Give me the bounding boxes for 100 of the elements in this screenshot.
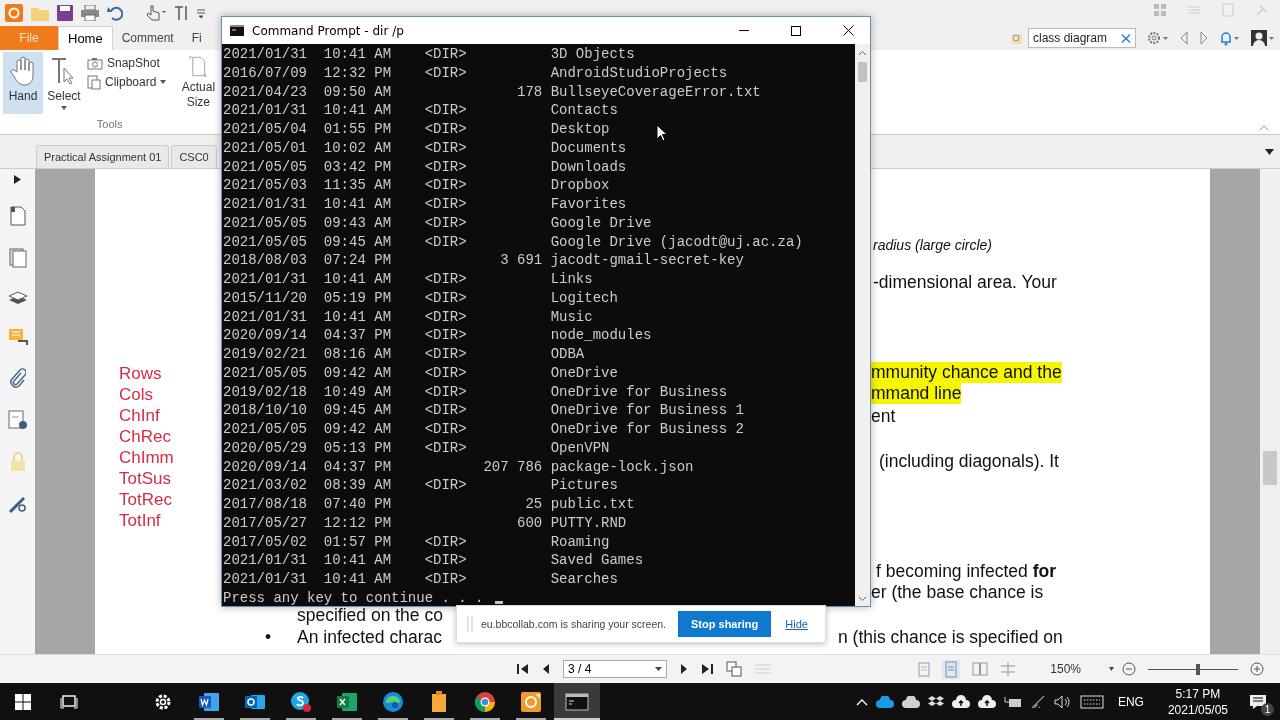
clock[interactable]: 5:17 PM 2021/05/05 bbox=[1167, 685, 1228, 718]
console-line: 2021/01/31 10:41 AM <DIR> Music bbox=[223, 307, 593, 327]
console-line: 2020/09/14 04:37 PM 207 786 package-lock.json bbox=[223, 457, 694, 477]
paperclip-icon[interactable] bbox=[9, 368, 26, 388]
clipboard-button[interactable]: Clipboard bbox=[87, 74, 167, 90]
dropbox-icon[interactable] bbox=[927, 694, 944, 709]
expand-icon[interactable] bbox=[14, 175, 21, 184]
ribbon-tab[interactable]: Comment bbox=[112, 26, 183, 50]
task-view-icon[interactable] bbox=[60, 693, 78, 710]
hand-pointer-icon[interactable] bbox=[145, 5, 167, 21]
start-icon[interactable] bbox=[15, 693, 31, 710]
console-line: 2021/05/05 03:42 PM <DIR> Downloads bbox=[223, 157, 627, 177]
hide-link[interactable]: Hide bbox=[785, 618, 808, 630]
caret-icon bbox=[61, 106, 67, 110]
console-line: 2020/05/29 05:13 PM <DIR> OpenVPN bbox=[223, 438, 610, 458]
close-icon[interactable] bbox=[1121, 32, 1131, 44]
previous-page-icon[interactable] bbox=[542, 663, 550, 675]
chat-app-icon[interactable] bbox=[290, 690, 312, 713]
keyboard-icon[interactable] bbox=[1079, 694, 1104, 709]
document-text: An infected charac bbox=[297, 627, 442, 648]
console-line: 2018/08/03 07:24 PM 3 691 jacodt-gmail-secret-key bbox=[223, 251, 744, 270]
bell-icon[interactable] bbox=[1219, 30, 1241, 46]
zoom-level[interactable]: 150% bbox=[1050, 662, 1081, 676]
snapshot-button[interactable]: SnapShot bbox=[87, 56, 167, 70]
collapse-icon[interactable] bbox=[1260, 125, 1268, 130]
page-field[interactable]: 3 / 4 bbox=[563, 660, 667, 678]
battery-icon[interactable] bbox=[1003, 695, 1022, 708]
cloud-icon[interactable] bbox=[875, 695, 894, 708]
last-page-icon[interactable] bbox=[701, 663, 713, 675]
print-icon[interactable] bbox=[81, 5, 99, 21]
spreadsheet-app-icon[interactable] bbox=[336, 691, 358, 712]
pages-icon[interactable] bbox=[8, 248, 27, 268]
stop-sharing-button[interactable]: Stop sharing bbox=[678, 611, 772, 637]
save-icon[interactable] bbox=[57, 5, 73, 21]
search-field[interactable]: class diagram bbox=[1028, 28, 1136, 48]
wifi-icon[interactable] bbox=[1029, 694, 1046, 709]
layers-icon[interactable] bbox=[7, 290, 28, 306]
notifications-icon[interactable] bbox=[1249, 693, 1267, 710]
variable-name: Cols bbox=[119, 384, 154, 405]
user-avatar-icon[interactable] bbox=[1251, 30, 1275, 46]
first-page-icon[interactable] bbox=[517, 663, 529, 675]
cloud-upload-icon[interactable] bbox=[951, 695, 970, 708]
speaker-icon[interactable] bbox=[1053, 694, 1072, 709]
file-icon[interactable] bbox=[431, 690, 447, 713]
scroll-up-icon[interactable] bbox=[858, 50, 867, 56]
cursor-icon bbox=[656, 124, 668, 142]
variable-name: TotRec bbox=[119, 489, 173, 510]
clipboard-icon bbox=[87, 74, 101, 90]
variable-name: TotInf bbox=[119, 510, 162, 531]
variable-name: ChRec bbox=[119, 426, 172, 447]
tool-button[interactable]: Hand bbox=[3, 52, 43, 114]
scrollbar[interactable] bbox=[855, 44, 870, 606]
document-tab[interactable]: Practical Assignment 01 bbox=[36, 145, 170, 168]
close-icon bbox=[842, 25, 854, 36]
document-app-icon[interactable] bbox=[198, 691, 220, 712]
edit-tool-icon[interactable] bbox=[7, 494, 28, 514]
comment-icon[interactable] bbox=[7, 328, 28, 346]
console-line: 2021/01/31 10:41 AM <DIR> Links bbox=[223, 270, 593, 289]
caret-icon[interactable] bbox=[1109, 667, 1114, 671]
reader-app-icon[interactable] bbox=[520, 690, 542, 713]
ribbon-tab[interactable]: Fi bbox=[182, 26, 211, 50]
share-message: eu.bbcollab.com is sharing your screen. bbox=[481, 618, 666, 630]
customize-icon[interactable] bbox=[197, 8, 205, 18]
signature-icon[interactable] bbox=[7, 410, 28, 430]
scroll-down-icon[interactable] bbox=[858, 596, 867, 602]
cloud-icon[interactable] bbox=[901, 695, 920, 708]
previous-icon[interactable] bbox=[1179, 31, 1189, 45]
zoom-in-icon[interactable] bbox=[1250, 662, 1264, 676]
slider-thumb[interactable] bbox=[1195, 663, 1200, 675]
text-cursor-icon[interactable] bbox=[175, 5, 189, 21]
scroll-thumb[interactable] bbox=[858, 62, 867, 82]
next-page-icon[interactable] bbox=[680, 663, 688, 675]
chevron-up-icon[interactable] bbox=[855, 697, 868, 706]
browser-icon[interactable] bbox=[474, 690, 496, 713]
variable-name: Rows bbox=[119, 363, 163, 384]
undo-icon[interactable] bbox=[107, 5, 123, 21]
terminal-icon[interactable] bbox=[565, 692, 589, 711]
document-text: er (the base chance is bbox=[871, 582, 1044, 603]
variable-name: ChInf bbox=[119, 405, 161, 426]
dropdown-icon[interactable] bbox=[1265, 148, 1274, 155]
grip-icon[interactable] bbox=[467, 616, 473, 632]
tool-button[interactable]: Select bbox=[47, 52, 81, 114]
console-line: 2021/01/31 10:41 AM <DIR> Saved Games bbox=[223, 551, 644, 570]
page-icon[interactable] bbox=[9, 206, 26, 226]
language-indicator[interactable]: ENG bbox=[1117, 694, 1144, 709]
actual-size-button[interactable]: Actual Size bbox=[180, 52, 217, 114]
console-line: 2017/05/27 12:12 PM 600 PUTTY.RND bbox=[223, 513, 627, 533]
two-page-icon[interactable] bbox=[972, 662, 989, 676]
next-icon[interactable] bbox=[1199, 31, 1209, 45]
minimize-icon bbox=[739, 30, 749, 31]
zoom-out-icon[interactable] bbox=[1122, 662, 1136, 676]
ribbon-tab[interactable]: Home bbox=[58, 26, 113, 50]
browser-icon[interactable] bbox=[382, 690, 404, 713]
terminal-icon bbox=[230, 25, 244, 36]
document-text: radius (large circle) bbox=[873, 236, 993, 255]
console-line: 2021/05/04 01:55 PM <DIR> Desktop bbox=[223, 120, 610, 139]
scroll-thumb[interactable] bbox=[1263, 451, 1277, 485]
cloud-upload-icon[interactable] bbox=[977, 695, 996, 708]
document-tab[interactable]: CSC0 bbox=[171, 145, 217, 168]
pages-view-icon[interactable] bbox=[726, 661, 742, 677]
